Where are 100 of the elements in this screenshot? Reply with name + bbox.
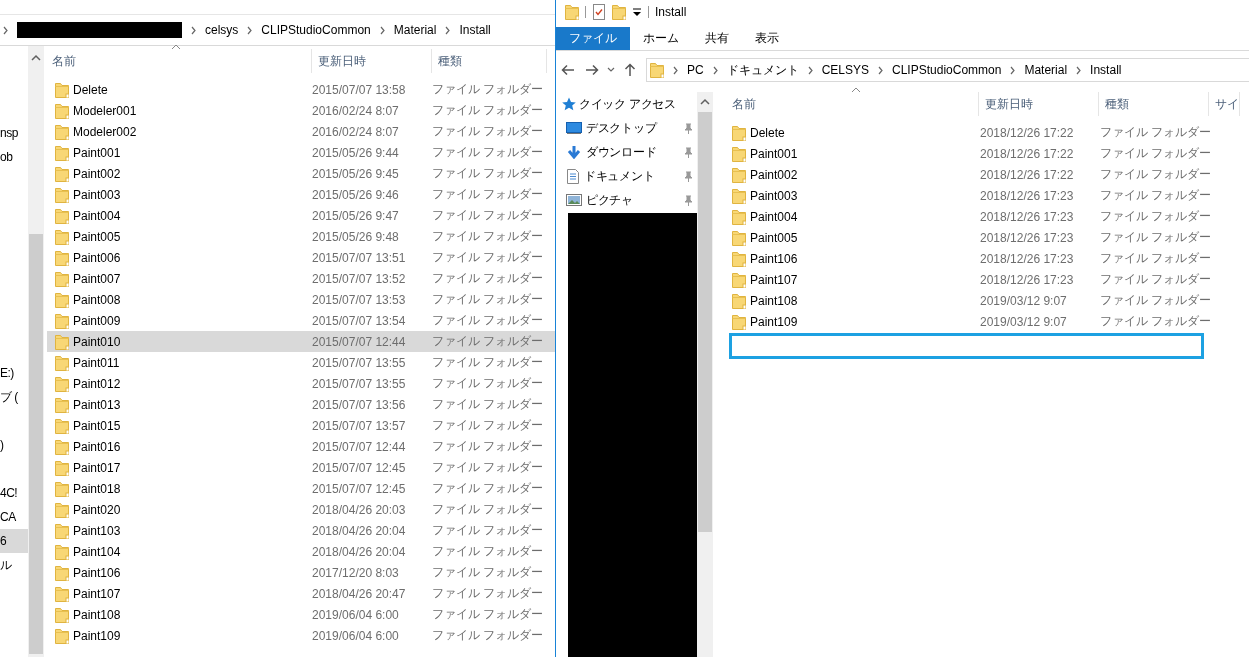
breadcrumb[interactable]: celsys (205, 23, 239, 37)
file-type: ファイル フォルダー (432, 417, 544, 434)
breadcrumb[interactable]: ドキュメント (726, 61, 799, 79)
scrollbar[interactable] (28, 46, 44, 657)
scroll-up-icon[interactable] (700, 98, 710, 106)
file-row[interactable]: Paint018 2015/07/07 12:45 ファイル フォルダー (47, 478, 555, 499)
file-row[interactable]: Paint013 2015/07/07 13:56 ファイル フォルダー (47, 394, 555, 415)
up-arrow-icon[interactable] (624, 63, 636, 77)
back-arrow-icon[interactable] (561, 64, 575, 76)
file-row[interactable]: Paint001 2018/12/26 17:22 ファイル フォルダー (729, 143, 1249, 164)
dropdown-icon[interactable] (632, 7, 642, 17)
file-row[interactable]: Paint009 2015/07/07 13:54 ファイル フォルダー (47, 310, 555, 331)
file-row[interactable]: Delete 2018/12/26 17:22 ファイル フォルダー (729, 122, 1249, 143)
nav-item[interactable]: nsp (0, 121, 28, 145)
file-row[interactable]: Paint107 2018/12/26 17:23 ファイル フォルダー (729, 269, 1249, 290)
file-row[interactable]: Paint011 2015/07/07 13:55 ファイル フォルダー (47, 352, 555, 373)
breadcrumb[interactable]: CLIPStudioCommon (892, 63, 1002, 77)
breadcrumb[interactable]: Material (393, 23, 437, 37)
file-row[interactable]: Paint108 2019/06/04 6:00 ファイル フォルダー (47, 604, 555, 625)
pin-icon[interactable] (683, 146, 693, 158)
file-row[interactable]: Paint106 2017/12/20 8:03 ファイル フォルダー (47, 562, 555, 583)
column-header[interactable]: 種類 (432, 49, 547, 73)
column-header[interactable]: サイ (1209, 92, 1240, 116)
folder-icon (732, 208, 746, 225)
chevron-icon (190, 25, 197, 35)
file-row[interactable]: Paint006 2015/07/07 13:51 ファイル フォルダー (47, 247, 555, 268)
modified-date: 2018/12/26 17:23 (980, 188, 1075, 203)
file-row[interactable]: Paint008 2015/07/07 13:53 ファイル フォルダー (47, 289, 555, 310)
forward-arrow-icon[interactable] (585, 64, 599, 76)
star-icon (562, 97, 576, 111)
file-row[interactable]: Paint010 2015/07/07 12:44 ファイル フォルダー (47, 331, 555, 352)
nav-item[interactable]: 4C! (0, 481, 28, 505)
rename-field[interactable] (729, 333, 1204, 359)
nav-item[interactable]: E:) (0, 361, 28, 385)
file-row[interactable]: Paint106 2018/12/26 17:23 ファイル フォルダー (729, 248, 1249, 269)
file-type: ファイル フォルダー (432, 522, 544, 539)
column-header[interactable]: 更新日時 (312, 49, 432, 73)
nav-item[interactable]: ダウンロード (556, 140, 697, 164)
file-row[interactable]: Paint107 2018/04/26 20:47 ファイル フォルダー (47, 583, 555, 604)
file-row[interactable]: Paint002 2015/05/26 9:45 ファイル フォルダー (47, 163, 555, 184)
nav-item[interactable]: ) (0, 433, 28, 457)
file-row[interactable]: Paint015 2015/07/07 13:57 ファイル フォルダー (47, 415, 555, 436)
breadcrumb[interactable]: CLIPStudioCommon (261, 23, 371, 37)
nav-item[interactable]: ピクチャ (556, 188, 697, 212)
breadcrumb[interactable]: CELSYS (821, 63, 870, 77)
nav-item[interactable]: デスクトップ (556, 116, 697, 140)
column-header[interactable]: 種類 (1099, 92, 1209, 116)
file-row[interactable]: Paint104 2018/04/26 20:04 ファイル フォルダー (47, 541, 555, 562)
ribbon-tab[interactable]: ホーム (630, 27, 692, 50)
chevron-icon (711, 65, 719, 75)
pin-icon[interactable] (683, 170, 693, 182)
breadcrumb[interactable]: PC (687, 63, 704, 77)
file-row[interactable]: Paint002 2018/12/26 17:22 ファイル フォルダー (729, 164, 1249, 185)
pin-icon[interactable] (683, 122, 693, 134)
file-row[interactable]: Modeler002 2016/02/24 8:07 ファイル フォルダー (47, 121, 555, 142)
file-row[interactable]: Paint020 2018/04/26 20:03 ファイル フォルダー (47, 499, 555, 520)
file-type: ファイル フォルダー (432, 165, 544, 182)
nav-item[interactable]: ル (0, 553, 28, 577)
scrollbar[interactable] (697, 92, 713, 657)
file-row[interactable]: Delete 2015/07/07 13:58 ファイル フォルダー (47, 79, 555, 100)
file-row[interactable]: Paint003 2018/12/26 17:23 ファイル フォルダー (729, 185, 1249, 206)
nav-item[interactable]: CA (0, 505, 28, 529)
ribbon-tab[interactable]: 表示 (742, 27, 792, 50)
column-header[interactable]: 更新日時 (979, 92, 1099, 116)
modified-date: 2015/05/26 9:46 (312, 187, 400, 202)
modified-date: 2019/06/04 6:00 (312, 607, 400, 622)
breadcrumb[interactable]: Install (1090, 63, 1122, 77)
address-bar[interactable]: PC ドキュメント CELSYS CLIPStudioCommon Material Install (646, 58, 1249, 82)
column-header[interactable]: 名前 (729, 92, 979, 116)
file-row[interactable]: Paint016 2015/07/07 12:44 ファイル フォルダー (47, 436, 555, 457)
breadcrumb[interactable]: Material (1024, 63, 1068, 77)
nav-item[interactable]: ブ ( (0, 385, 28, 409)
nav-item[interactable]: ob (0, 145, 28, 169)
file-row[interactable]: Paint109 2019/03/12 9:07 ファイル フォルダー (729, 311, 1249, 332)
column-header[interactable]: 名前 (47, 49, 312, 73)
file-row[interactable]: Paint109 2019/06/04 6:00 ファイル フォルダー (47, 625, 555, 646)
checklist-icon[interactable] (592, 4, 606, 20)
scroll-up-icon[interactable] (31, 54, 41, 62)
modified-date: 2015/07/07 12:44 (312, 439, 407, 454)
file-row[interactable]: Paint004 2018/12/26 17:23 ファイル フォルダー (729, 206, 1249, 227)
chevron-down-icon[interactable] (607, 67, 615, 73)
quick-access-label[interactable]: クイック アクセス (579, 95, 676, 113)
file-row[interactable]: Paint001 2015/05/26 9:44 ファイル フォルダー (47, 142, 555, 163)
ribbon-tab[interactable]: 共有 (692, 27, 742, 50)
file-row[interactable]: Modeler001 2016/02/24 8:07 ファイル フォルダー (47, 100, 555, 121)
file-row[interactable]: Paint007 2015/07/07 13:52 ファイル フォルダー (47, 268, 555, 289)
file-row[interactable]: Paint017 2015/07/07 12:45 ファイル フォルダー (47, 457, 555, 478)
ribbon-tab[interactable]: ファイル (556, 27, 630, 50)
nav-item[interactable]: ドキュメント (556, 164, 697, 188)
file-row[interactable]: Paint005 2018/12/26 17:23 ファイル フォルダー (729, 227, 1249, 248)
file-row[interactable]: Paint005 2015/05/26 9:48 ファイル フォルダー (47, 226, 555, 247)
file-row[interactable]: Paint108 2019/03/12 9:07 ファイル フォルダー (729, 290, 1249, 311)
breadcrumb[interactable]: Install (459, 23, 491, 37)
file-row[interactable]: Paint004 2015/05/26 9:47 ファイル フォルダー (47, 205, 555, 226)
file-name: Paint006 (73, 250, 121, 265)
pin-icon[interactable] (683, 194, 693, 206)
file-row[interactable]: Paint103 2018/04/26 20:04 ファイル フォルダー (47, 520, 555, 541)
file-row[interactable]: Paint003 2015/05/26 9:46 ファイル フォルダー (47, 184, 555, 205)
file-row[interactable]: Paint012 2015/07/07 13:55 ファイル フォルダー (47, 373, 555, 394)
nav-item[interactable]: 6 (0, 529, 28, 553)
